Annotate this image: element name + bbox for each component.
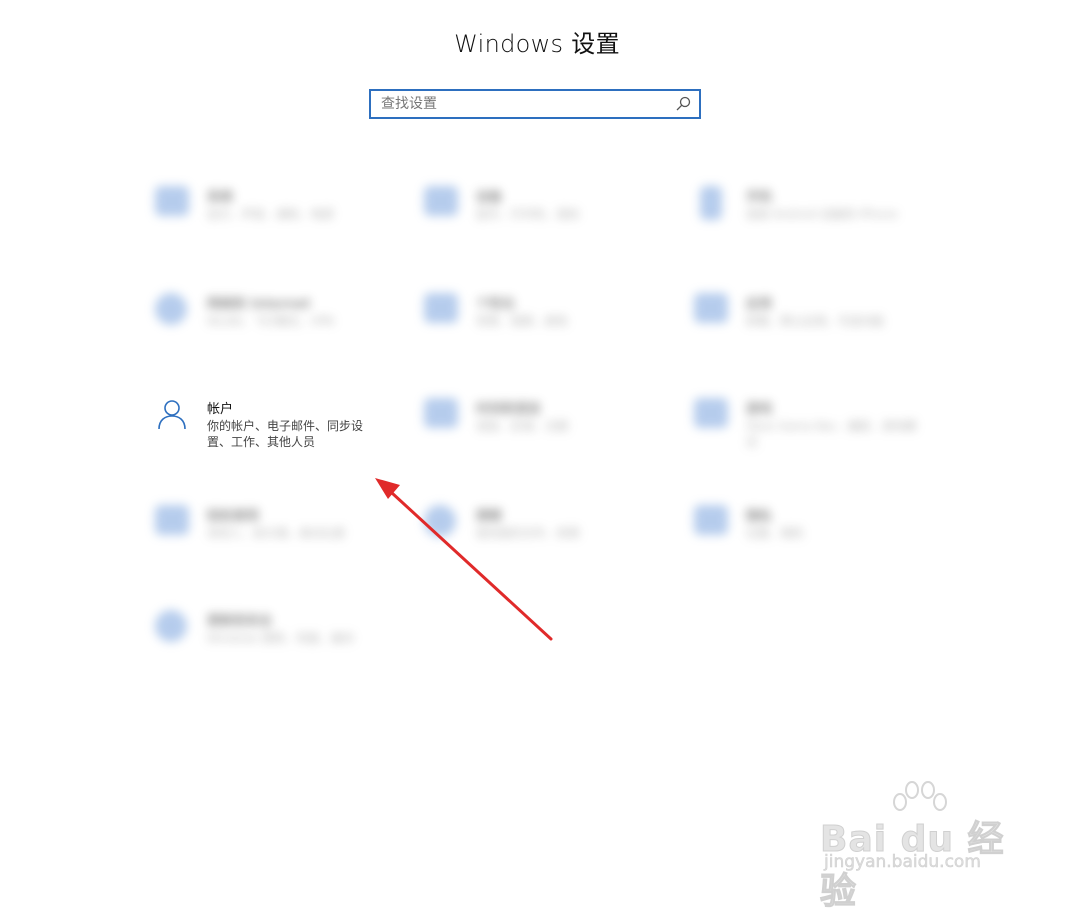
baidu-watermark: Bai du 经验 jingyan.baidu.com: [820, 780, 1020, 913]
watermark-url: jingyan.baidu.com: [824, 852, 981, 873]
annotation-arrow: [375, 478, 553, 641]
